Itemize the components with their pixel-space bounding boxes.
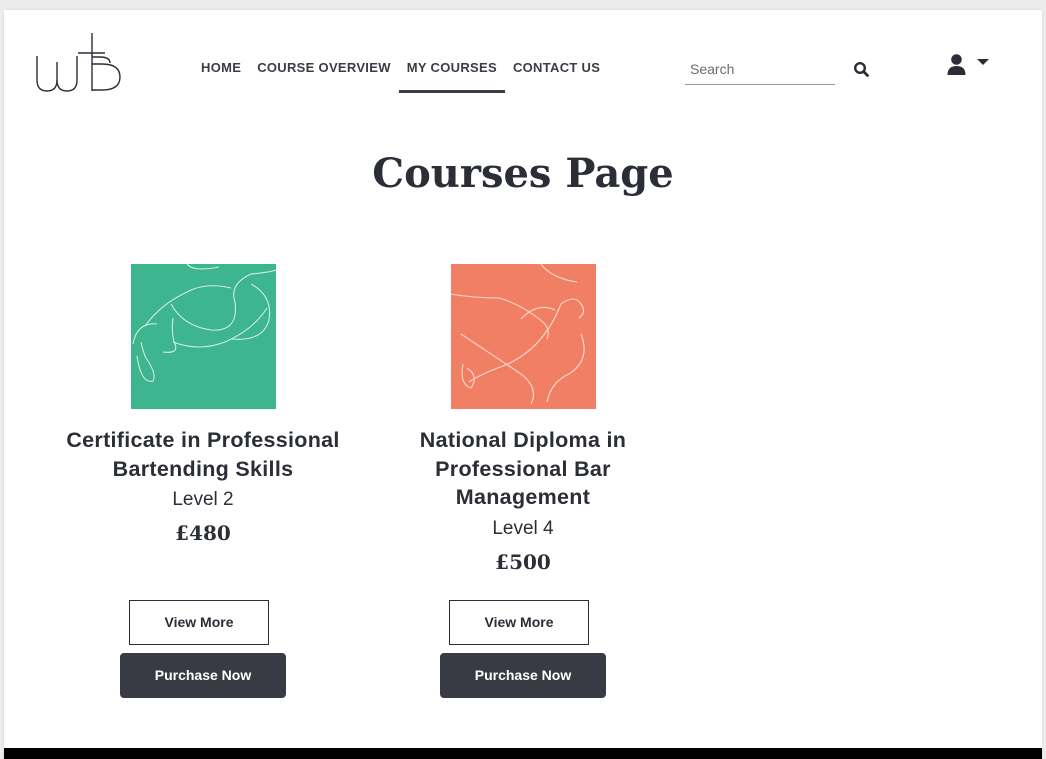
nav-home[interactable]: HOME <box>193 58 249 93</box>
footer-bar <box>4 748 1042 759</box>
course-level: Level 4 <box>492 517 554 539</box>
nav-my-courses[interactable]: MY COURSES <box>398 58 506 93</box>
main-nav: HOME COURSE OVERVIEW MY COURSES CONTACT … <box>193 58 608 93</box>
purchase-now-button[interactable]: Purchase Now <box>440 653 606 698</box>
course-price: £480 <box>175 521 231 545</box>
search-field <box>685 56 835 85</box>
user-menu-button[interactable] <box>946 52 996 78</box>
search-icon[interactable] <box>852 60 872 80</box>
view-more-button[interactable]: View More <box>449 600 589 645</box>
thumb-bg <box>450 264 596 409</box>
logo[interactable] <box>34 30 124 94</box>
course-level: Level 2 <box>172 489 234 510</box>
user-icon <box>947 54 966 75</box>
page-container: HOME COURSE OVERVIEW MY COURSES CONTACT … <box>4 10 1042 759</box>
purchase-now-button[interactable]: Purchase Now <box>120 653 286 698</box>
course-card: National Diploma in Professional Bar Man… <box>384 264 662 698</box>
nav-contact-us[interactable]: CONTACT US <box>505 58 608 93</box>
caret-down-icon <box>977 59 989 65</box>
course-title: National Diploma in Professional Bar Man… <box>419 428 627 509</box>
course-thumbnail[interactable] <box>130 264 276 409</box>
course-price: £500 <box>495 549 551 574</box>
course-card: Certificate in Professional Bartending S… <box>64 264 342 698</box>
course-thumbnail[interactable] <box>450 264 596 409</box>
page-title: Courses Page <box>372 150 674 197</box>
course-title: Certificate in Professional Bartending S… <box>66 428 340 481</box>
nav-course-overview[interactable]: COURSE OVERVIEW <box>249 58 399 93</box>
search-input[interactable] <box>685 56 830 82</box>
view-more-button[interactable]: View More <box>129 600 269 645</box>
